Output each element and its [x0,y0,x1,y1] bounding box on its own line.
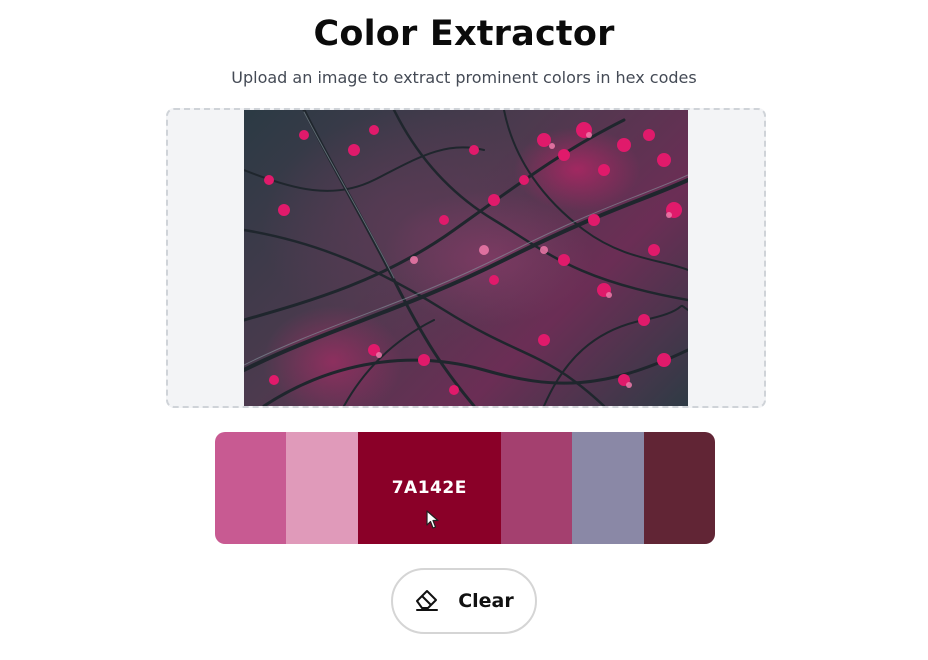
eraser-icon [414,586,440,616]
uploaded-image [244,110,688,406]
mouse-cursor-icon [426,510,440,534]
color-palette: 7A142E [215,432,715,544]
page-title: Color Extractor [313,14,615,54]
color-swatch[interactable] [286,432,358,544]
color-swatch[interactable] [500,432,573,544]
swatch-hex-label: 7A142E [391,478,467,498]
page-subtitle: Upload an image to extract prominent col… [231,68,697,87]
color-extractor-page: Color Extractor Upload an image to extra… [0,0,928,660]
clear-button-label: Clear [458,590,514,612]
color-swatch[interactable] [572,432,644,544]
color-swatch[interactable] [215,432,287,544]
image-dropzone[interactable] [166,108,766,408]
clear-button[interactable]: Clear [391,568,537,634]
color-swatch[interactable] [643,432,715,544]
